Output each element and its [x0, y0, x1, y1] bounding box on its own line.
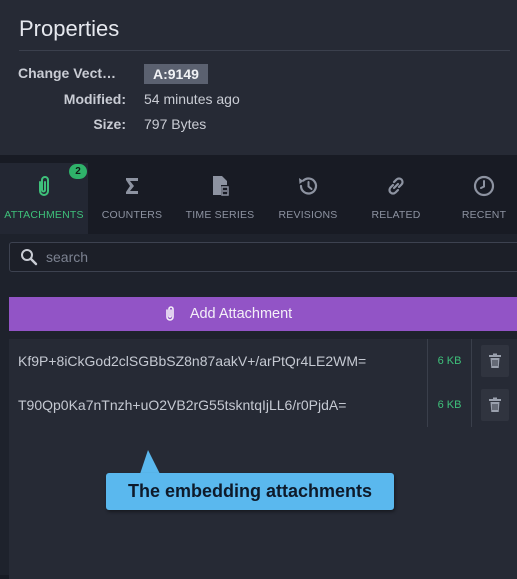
add-attachment-button[interactable]: Add Attachment: [9, 297, 517, 331]
callout-pointer: [140, 450, 160, 474]
sigma-icon: [126, 178, 138, 194]
change-vector-row: Change Vect… A:9149: [0, 62, 517, 84]
change-vector-label: Change Vect…: [18, 65, 117, 81]
modified-value: 54 minutes ago: [144, 91, 240, 107]
tab-counters[interactable]: COUNTERS: [88, 163, 176, 234]
document-tabs: 2 ATTACHMENTS COUNTERS TIME SERIES REVIS…: [0, 163, 517, 234]
tab-attachments-label: ATTACHMENTS: [4, 209, 84, 221]
annotation-callout: The embedding attachments: [106, 473, 394, 510]
tab-related[interactable]: RELATED: [352, 163, 440, 234]
paperclip-icon: [39, 176, 49, 196]
attachments-content: Add Attachment Kf9P+8iCkGod2clSGBbSZ8n87…: [0, 234, 517, 579]
tab-time-series[interactable]: TIME SERIES: [176, 163, 264, 234]
size-label: Size:: [93, 116, 126, 132]
tab-counters-label: COUNTERS: [101, 209, 163, 221]
delete-attachment-button[interactable]: [481, 389, 509, 421]
link-icon: [388, 177, 404, 195]
search-input[interactable]: [46, 243, 446, 271]
change-vector-badge[interactable]: A:9149: [144, 64, 208, 84]
add-attachment-label: Add Attachment: [189, 306, 293, 322]
attachment-size-cell: 6 KB: [427, 383, 472, 427]
clock-icon: [473, 175, 495, 197]
attachment-name[interactable]: Kf9P+8iCkGod2clSGBbSZ8n87aakV+/arPtQr4LE…: [18, 339, 366, 383]
attachment-name[interactable]: T90Qp0Ka7nTnzh+uO2VB2rG55tskntqIjLL6/r0P…: [18, 383, 346, 427]
trash-icon: [489, 353, 501, 368]
attachment-size: 6 KB: [437, 355, 462, 367]
tab-attachments[interactable]: 2 ATTACHMENTS: [0, 163, 88, 234]
tab-recent[interactable]: RECENT: [440, 163, 517, 234]
attachment-row[interactable]: T90Qp0Ka7nTnzh+uO2VB2rG55tskntqIjLL6/r0P…: [9, 383, 517, 427]
paperclip-icon: [166, 306, 174, 321]
tab-time-series-label: TIME SERIES: [185, 209, 255, 221]
properties-title: Properties: [19, 16, 120, 41]
size-value: 797 Bytes: [144, 116, 207, 132]
tab-recent-label: RECENT: [461, 209, 507, 221]
modified-row: Modified: 54 minutes ago: [0, 88, 517, 110]
modified-label: Modified:: [63, 91, 126, 107]
attachments-count-badge: 2: [69, 164, 87, 179]
search-icon: [21, 249, 38, 266]
attachment-size: 6 KB: [437, 399, 462, 411]
callout-text: The embedding attachments: [127, 481, 373, 501]
attachment-size-cell: 6 KB: [427, 339, 472, 383]
search-box: [9, 242, 517, 272]
attachments-list: Kf9P+8iCkGod2clSGBbSZ8n87aakV+/arPtQr4LE…: [9, 339, 517, 579]
revisions-icon: [299, 177, 318, 195]
tab-revisions[interactable]: REVISIONS: [264, 163, 352, 234]
tab-revisions-label: REVISIONS: [278, 209, 338, 221]
time-series-icon: [213, 176, 229, 196]
properties-panel: Properties Change Vect… A:9149 Modified:…: [0, 0, 517, 155]
size-row: Size: 797 Bytes: [0, 113, 517, 135]
tab-related-label: RELATED: [371, 209, 421, 221]
trash-icon: [489, 397, 501, 412]
properties-divider: [19, 50, 510, 51]
delete-attachment-button[interactable]: [481, 345, 509, 377]
attachment-row[interactable]: Kf9P+8iCkGod2clSGBbSZ8n87aakV+/arPtQr4LE…: [9, 339, 517, 383]
